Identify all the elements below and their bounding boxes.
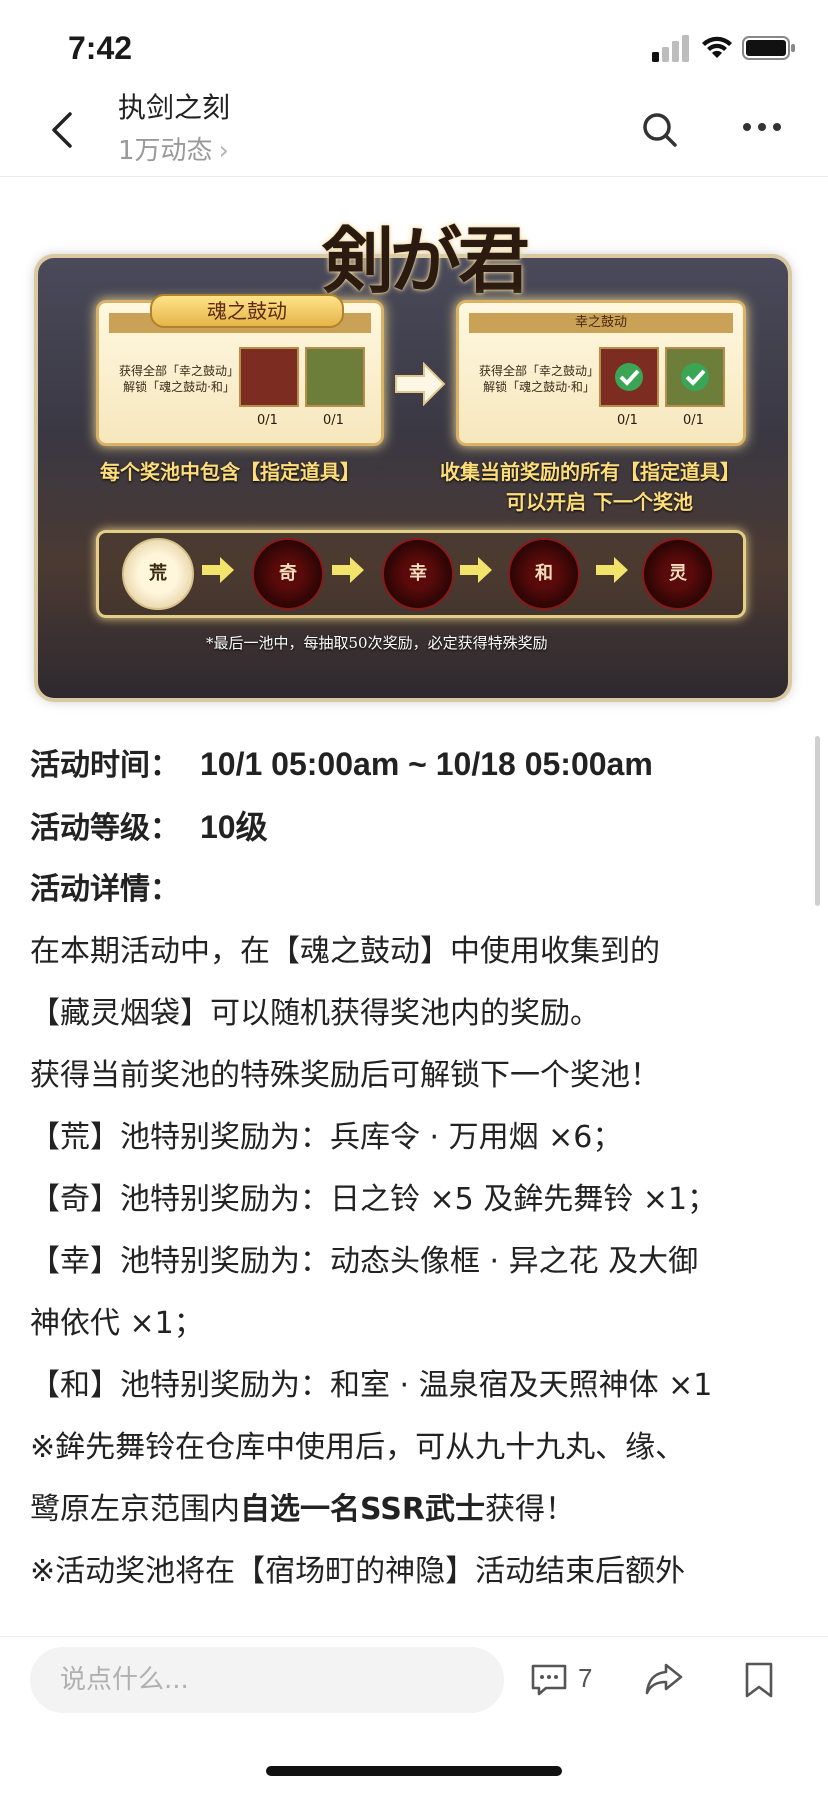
search-icon[interactable]	[640, 110, 680, 150]
wifi-icon	[702, 36, 732, 58]
status-bar: 7:42	[0, 0, 828, 96]
signal-icon	[652, 35, 689, 62]
event-detail-label: 活动详情：	[30, 872, 180, 907]
arrow-right-icon	[332, 557, 364, 583]
event-level-label: 活动等级：	[30, 811, 180, 846]
text-span: 鹭原左京范围内	[30, 1492, 240, 1527]
caption-right-1: 收集当前奖励的所有【指定道具】	[440, 460, 740, 484]
checkmark-icon	[615, 363, 643, 391]
text-span: 获得！	[484, 1492, 575, 1527]
checkmark-icon	[681, 363, 709, 391]
back-arrow-icon[interactable]	[44, 108, 84, 152]
slot-count: 0/1	[323, 413, 344, 428]
paragraph-line: 在本期活动中，在【魂之鼓动】中使用收集到的	[30, 934, 660, 969]
arrow-right-icon	[202, 557, 234, 583]
home-indicator[interactable]	[266, 1766, 562, 1776]
event-time-value: 10/1 05:00am ~ 10/18 05:00am	[200, 746, 653, 782]
card-header: 幸之鼓动	[469, 313, 733, 333]
paragraph-line: 【奇】池特别奖励为：日之铃 ×5 及鉾先舞铃 ×1；	[30, 1182, 718, 1217]
status-time: 7:42	[68, 30, 133, 66]
paragraph-line: ※活动奖池将在【宿场町的神隐】活动结束后额外	[30, 1554, 686, 1589]
pool-orb: 幸	[382, 538, 454, 610]
paragraph-line: 鹭原左京范围内自选一名SSR武士获得！	[30, 1484, 575, 1528]
nav-header: 执剑之刻 1万动态 ›	[0, 86, 828, 177]
arrow-right-icon	[395, 362, 446, 406]
paragraph-line: ※鉾先舞铃在仓库中使用后，可从九十九丸、缘、	[30, 1430, 686, 1465]
paragraph-line: 【幸】池特别奖励为：动态头像框 · 异之花 及大御	[30, 1244, 699, 1279]
scrollbar[interactable]	[815, 736, 820, 906]
card-description: 获得全部「幸之鼓动」解锁「魂之鼓动·和」	[119, 364, 240, 394]
caption-right-2: 可以开启 下一个奖池	[506, 490, 693, 514]
more-options-icon[interactable]	[742, 120, 782, 134]
event-level-row: 活动等级： 10级	[30, 802, 268, 848]
arrow-right-icon	[460, 557, 492, 583]
slot-count: 0/1	[257, 413, 278, 428]
slot-count: 0/1	[617, 413, 638, 428]
paragraph-line: 【荒】池特别奖励为：兵库令 · 万用烟 ×6；	[30, 1120, 623, 1155]
paragraph-line: 【和】池特别奖励为：和室 · 温泉宿及天照神体 ×1	[30, 1368, 713, 1403]
channel-subtitle[interactable]: 1万动态 ›	[118, 130, 229, 167]
comment-count[interactable]: 7	[578, 1663, 592, 1694]
reward-slot	[239, 347, 299, 407]
reward-card-after: 幸之鼓动 获得全部「幸之鼓动」解锁「魂之鼓动·和」 0/1 0/1	[456, 300, 746, 446]
event-time-row: 活动时间： 10/1 05:00am ~ 10/18 05:00am	[30, 740, 653, 784]
card-description: 获得全部「幸之鼓动」解锁「魂之鼓动·和」	[479, 364, 600, 394]
pool-orb: 灵	[642, 538, 714, 610]
pool-orb: 和	[508, 538, 580, 610]
event-level-value: 10级	[200, 809, 268, 845]
battery-icon	[742, 36, 795, 60]
arrow-right-icon	[596, 557, 628, 583]
slot-count: 0/1	[683, 413, 704, 428]
paragraph-line: 【藏灵烟袋】可以随机获得奖池内的奖励。	[30, 996, 600, 1031]
drum-tab-title: 魂之鼓动	[150, 294, 344, 328]
paragraph-line: 获得当前奖池的特殊奖励后可解锁下一个奖池！	[30, 1058, 660, 1093]
chevron-right-icon: ›	[218, 136, 229, 166]
bookmark-icon[interactable]	[744, 1661, 774, 1699]
reward-slot	[305, 347, 365, 407]
banner-footnote: *最后一池中，每抽取50次奖励，必定获得特殊奖励	[206, 634, 548, 652]
comment-input[interactable]: 说点什么...	[30, 1647, 504, 1713]
event-time-label: 活动时间：	[30, 748, 180, 783]
paragraph-line: 神依代 ×1；	[30, 1306, 204, 1341]
pool-orb: 奇	[252, 538, 324, 610]
pool-orb: 荒	[122, 538, 194, 610]
comment-icon[interactable]	[530, 1663, 568, 1697]
caption-left: 每个奖池中包含【指定道具】	[100, 460, 360, 484]
share-icon[interactable]	[644, 1661, 684, 1697]
reward-slot-complete	[665, 347, 725, 407]
bold-text-span: 自选一名SSR武士	[240, 1492, 485, 1527]
reward-slot-complete	[599, 347, 659, 407]
post-count: 1万动态	[118, 136, 213, 166]
game-logo: 剣が君	[322, 218, 530, 303]
channel-title[interactable]: 执剑之刻	[118, 86, 230, 126]
